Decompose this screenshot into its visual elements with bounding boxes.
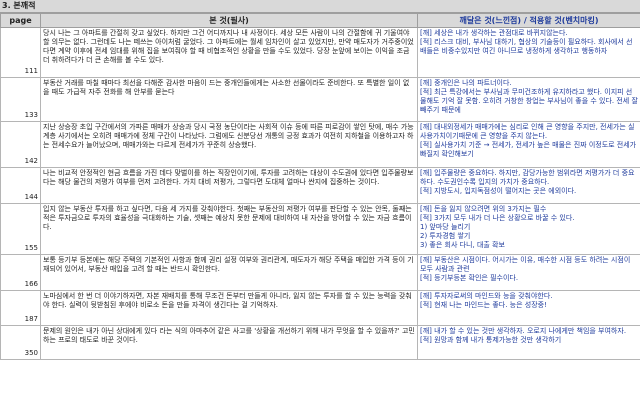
page-cell[interactable]: 350 [0, 325, 41, 360]
note-line: [적] 지방도시, 입지독점성이 떨어지는 곳은 에외이다. [420, 187, 577, 195]
page-cell[interactable]: 133 [0, 77, 41, 122]
note-line: [깨] 내가 할 수 있는 것만 생각하자. 오로지 나에게만 책임을 부여하자… [420, 327, 627, 335]
body-cell[interactable]: 지난 상승장 초입 구간에서의 가파른 매매가 상승과 당시 국정 농단이라는 … [40, 121, 418, 168]
body-cell[interactable]: 부동산 거래를 마칠 때마다 최선을 다해준 감사한 마음이 드는 중개인들에게… [40, 77, 418, 122]
note-line: [깨] 돈을 잃지 않으려면 위의 3가지는 필수 [420, 205, 547, 213]
header-body[interactable]: 본 것(필사) [40, 13, 418, 28]
body-cell[interactable]: 입지 않는 부동산 투자를 하고 싶다면, 다음 세 가지를 갖춰야한다. 첫째… [40, 203, 418, 255]
page-cell[interactable]: 111 [0, 27, 41, 78]
header-note[interactable]: 깨달은 것(느낀점) / 적용할 것(벤치마킹) [417, 13, 640, 28]
body-cell[interactable]: 나는 비교적 안정적인 현금 흐름을 가진 데다 맞벌이를 하는 직장인이기에,… [40, 167, 418, 204]
note-cell[interactable]: [깨] 대내외정세가 매매가에는 심리로 인해 큰 영향을 주지만, 전세가는 … [417, 121, 640, 168]
note-cell[interactable]: [깨] 내가 할 수 있는 것만 생각하자. 오로지 나에게만 책임을 부여하자… [417, 325, 640, 360]
note-line: [깨] 대내외정세가 매매가에는 심리로 인해 큰 영향을 주지만, 전세가는 … [420, 123, 635, 140]
body-cell[interactable]: 문제의 원인은 내가 아닌 상대에게 있다 라는 식의 아마추어 같은 사고를 … [40, 325, 418, 360]
page-cell[interactable]: 155 [0, 203, 41, 255]
note-line: [적] 원망과 함께 내가 통제가능한 것만 생각하기 [420, 336, 562, 344]
table-row: 144 나는 비교적 안정적인 현금 흐름을 가진 데다 맞벌이를 하는 직장인이… [0, 167, 640, 204]
table-body: 111 당시 나는 그 아파트를 간절히 갖고 싶었다. 하지만 그건 어디까지나… [0, 27, 640, 360]
note-line: [깨] 세상은 내가 생각하는 관점대로 바뀌지않는다. [420, 29, 568, 37]
note-line: [적] 현재 나는 마인드는 좋다. 능은 성장중! [420, 301, 547, 309]
header-page[interactable]: page [0, 13, 41, 28]
note-cell[interactable]: [깨] 투자자로써의 마인드와 능을 갖춰야한다. [적] 현재 나는 마인드는 … [417, 290, 640, 326]
page-cell[interactable]: 144 [0, 167, 41, 204]
spreadsheet: 3. 본깨적 page 본 것(필사) 깨달은 것(느낀점) / 적용할 것(벤… [0, 0, 640, 407]
page-cell[interactable]: 187 [0, 290, 41, 326]
section-title: 3. 본깨적 [0, 0, 640, 13]
header-row: page 본 것(필사) 깨달은 것(느낀점) / 적용할 것(벤치마킹) [0, 13, 640, 28]
note-line: 1) 앞마당 늘리기 [420, 223, 471, 231]
note-line: [깨] 투자자로써의 마인드와 능을 갖춰야한다. [420, 292, 553, 300]
note-cell[interactable]: [깨] 세상은 내가 생각하는 관점대로 바뀌지않는다. [적] 리스크 대비, … [417, 27, 640, 78]
note-line: [적] 최근 특강에서는 부사님과 무미건조하게 유지하라고 했다. 이지피 선… [420, 88, 638, 114]
page-cell[interactable]: 166 [0, 254, 41, 291]
table-row: 166 보통 등기부 등본에는 해당 주택의 기본적인 사항과 함께 권리 설정 … [0, 254, 640, 291]
note-line: [적] 리스크 대비, 부사님 대하기, 협상의 기술등이 필요하다. 회사에서… [420, 38, 633, 55]
note-line: [깨] 부동산은 시점이다. 어시가는 이유, 매수한 시점 등도 하려는 시점… [420, 256, 631, 273]
note-line: 3) 좋은 회사 다니, 대출 확보 [420, 241, 505, 249]
page-cell[interactable]: 142 [0, 121, 41, 168]
body-cell[interactable]: 당시 나는 그 아파트를 간절히 갖고 싶었다. 하지만 그건 어디까지나 내 … [40, 27, 418, 78]
note-line: [적] 실사용가치 기준 → 전세가, 전세가 높은 매물은 진짜 이정도로 전… [420, 141, 637, 158]
note-cell[interactable]: [깨] 입주물량은 중요하다. 하지만, 감당가능한 범위라면 저평가가 더 중… [417, 167, 640, 204]
table-row: 133 부동산 거래를 마칠 때마다 최선을 다해준 감사한 마음이 드는 중개인… [0, 77, 640, 122]
note-line: [깨] 중개인은 나의 파트너이다. [420, 79, 512, 87]
note-cell[interactable]: [깨] 부동산은 시점이다. 어시가는 이유, 매수한 시점 등도 하려는 시점… [417, 254, 640, 291]
table-row: 142 지난 상승장 초입 구간에서의 가파른 매매가 상승과 당시 국정 농단이… [0, 121, 640, 168]
table-row: 350 문제의 원인은 내가 아닌 상대에게 있다 라는 식의 아마추어 같은 사… [0, 325, 640, 360]
table-row: 187 노마심에서 한 번 더 이야기하자면, 자본 재배치를 통해 무조건 돈부… [0, 290, 640, 326]
note-line: 2) 투자경험 쌓기 [420, 232, 471, 240]
note-line: [적] 등기부등본 확인은 필수이다. [420, 274, 519, 282]
bonkkaejeok-table: page 본 것(필사) 깨달은 것(느낀점) / 적용할 것(벤치마킹) 11… [0, 13, 640, 360]
table-row: 111 당시 나는 그 아파트를 간절히 갖고 싶었다. 하지만 그건 어디까지나… [0, 27, 640, 78]
note-line: [적] 3가지 모두 내가 더 나은 상황으로 바꿀 수 있다. [420, 214, 575, 222]
body-cell[interactable]: 노마심에서 한 번 더 이야기하자면, 자본 재배치를 통해 무조건 돈부터 만… [40, 290, 418, 326]
note-cell[interactable]: [깨] 중개인은 나의 파트너이다. [적] 최근 특강에서는 부사님과 무미건조… [417, 77, 640, 122]
note-line: [깨] 입주물량은 중요하다. 하지만, 감당가능한 범위라면 저평가가 더 중… [420, 169, 635, 186]
table-row: 155 입지 않는 부동산 투자를 하고 싶다면, 다음 세 가지를 갖춰야한다.… [0, 203, 640, 255]
note-cell[interactable]: [깨] 돈을 잃지 않으려면 위의 3가지는 필수 [적] 3가지 모두 내가 더… [417, 203, 640, 255]
body-cell[interactable]: 보통 등기부 등본에는 해당 주택의 기본적인 사항과 함께 권리 설정 여부와… [40, 254, 418, 291]
